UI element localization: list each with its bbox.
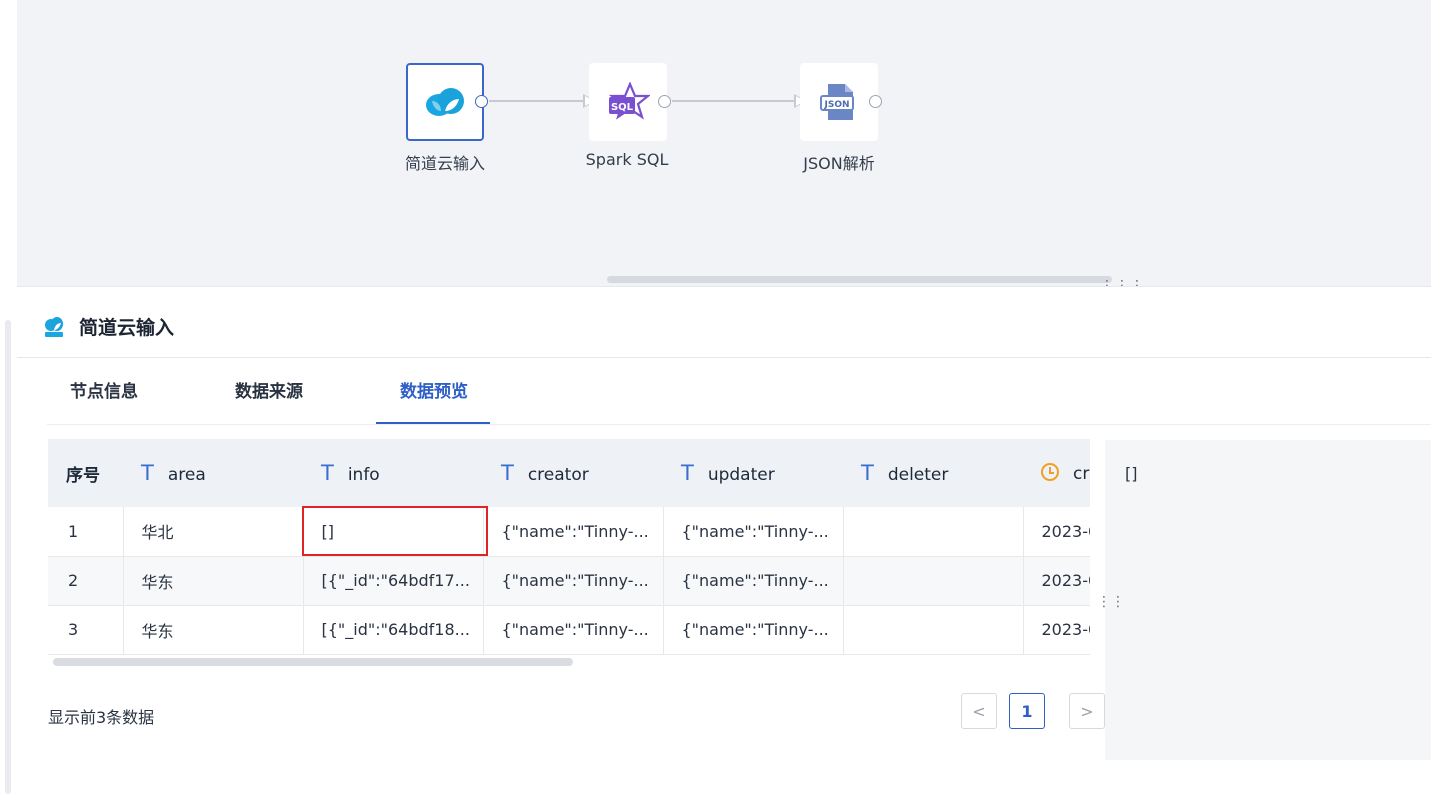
table-cell[interactable]: {"name":"Tinny-...: [483, 605, 664, 654]
tab-data-source[interactable]: 数据来源: [235, 359, 303, 425]
table-cell[interactable]: 华东: [123, 605, 304, 654]
column-header-updater[interactable]: Tupdater: [663, 439, 843, 507]
node-sql-output-port[interactable]: [658, 95, 671, 108]
node-jdy-output-port[interactable]: [475, 95, 488, 108]
table-cell[interactable]: {"name":"Tinny-...: [663, 605, 844, 654]
preview-table-container[interactable]: 序号 Tarea Tinfo Tcreator Tupdater Tdelete…: [48, 439, 1090, 669]
text-type-icon: T: [321, 461, 334, 485]
svg-text:SQL: SQL: [611, 102, 634, 113]
table-row[interactable]: 2 华东 [{"_id":"64bdf17... {"name":"Tinny-…: [48, 556, 1090, 605]
panel-header: 简道云输入: [43, 313, 174, 340]
preview-table: 序号 Tarea Tinfo Tcreator Tupdater Tdelete…: [48, 439, 1090, 655]
cell-detail-value: []: [1125, 464, 1138, 483]
datetime-type-icon: [1041, 462, 1059, 481]
table-cell[interactable]: {"name":"Tinny-...: [663, 507, 844, 556]
text-type-icon: T: [141, 461, 154, 485]
left-sidebar: [0, 0, 17, 794]
text-type-icon: T: [681, 461, 694, 485]
table-row[interactable]: 3 华东 [{"_id":"64bdf18... {"name":"Tinny-…: [48, 605, 1090, 654]
jdy-logo-icon: [45, 316, 63, 337]
sql-star-icon: SQL: [608, 82, 650, 120]
node-sql-label: Spark SQL: [585, 150, 669, 169]
json-file-icon: JSON: [820, 84, 854, 120]
node-json-parse[interactable]: JSON: [800, 63, 878, 141]
table-horizontal-scrollbar[interactable]: [53, 658, 573, 666]
edge-jdy-to-sql: [489, 100, 583, 102]
column-header-seq: 序号: [66, 465, 100, 486]
tab-node-info[interactable]: 节点信息: [70, 359, 138, 425]
cell-detail-panel: []: [1105, 440, 1431, 760]
table-cell[interactable]: 华北: [123, 507, 304, 556]
table-cell[interactable]: 2023-0: [1023, 605, 1090, 654]
canvas-horizontal-scrollbar[interactable]: [607, 276, 1112, 283]
table-cell[interactable]: [843, 556, 1024, 605]
table-cell[interactable]: 华东: [123, 556, 304, 605]
svg-text:JSON: JSON: [823, 100, 849, 110]
table-cell[interactable]: {"name":"Tinny-...: [663, 556, 844, 605]
node-jdy-label: 简道云输入: [404, 154, 485, 173]
table-cell[interactable]: {"name":"Tinny-...: [483, 507, 664, 556]
table-cell[interactable]: 2023-0: [1023, 556, 1090, 605]
prev-page-button[interactable]: <: [961, 693, 997, 729]
page-1-button[interactable]: 1: [1009, 693, 1045, 729]
column-header-created[interactable]: crea: [1023, 439, 1090, 507]
table-cell: 2: [48, 556, 124, 605]
app-root: 简道云输入 SQL Spark SQL JSON JSON解析 ⋮⋮⋮: [0, 0, 1431, 794]
panel-title: 简道云输入: [79, 317, 175, 339]
table-cell[interactable]: {"name":"Tinny-...: [483, 556, 664, 605]
table-cell[interactable]: [{"_id":"64bdf18...: [303, 605, 484, 654]
node-json-label: JSON解析: [803, 154, 875, 173]
edge-sql-to-json: [672, 100, 794, 102]
tab-data-preview[interactable]: 数据预览: [376, 359, 490, 425]
divider: [47, 424, 1431, 425]
row-count-summary: 显示前3条数据: [48, 708, 155, 727]
node-spark-sql[interactable]: SQL: [589, 63, 667, 141]
flow-canvas[interactable]: 简道云输入 SQL Spark SQL JSON JSON解析 ⋮⋮⋮: [17, 0, 1431, 293]
next-page-button[interactable]: >: [1069, 693, 1105, 729]
column-header-info[interactable]: Tinfo: [303, 439, 483, 507]
column-header-area[interactable]: Tarea: [123, 439, 303, 507]
table-cell: 3: [48, 605, 124, 654]
table-cell[interactable]: [843, 605, 1024, 654]
table-cell[interactable]: [843, 507, 1024, 556]
table-header-row: 序号 Tarea Tinfo Tcreator Tupdater Tdelete…: [48, 439, 1090, 507]
vertical-resize-handle-icon[interactable]: ⋮⋮: [1097, 595, 1125, 609]
node-detail-panel: 简道云输入 节点信息 数据来源 数据预览 序号 Tarea Tinfo Tcre…: [17, 286, 1431, 794]
table-cell[interactable]: [{"_id":"64bdf17...: [303, 556, 484, 605]
table-cell[interactable]: 2023-0: [1023, 507, 1090, 556]
table-row[interactable]: 1 华北 [] {"name":"Tinny-... {"name":"Tinn…: [48, 507, 1090, 556]
column-header-deleter[interactable]: Tdeleter: [843, 439, 1023, 507]
left-scrollbar[interactable]: [5, 320, 11, 794]
node-jdy-input[interactable]: [406, 63, 484, 141]
table-cell: 1: [48, 507, 124, 556]
column-header-creator[interactable]: Tcreator: [483, 439, 663, 507]
text-type-icon: T: [861, 461, 874, 485]
jdy-cloud-icon: [426, 88, 464, 116]
text-type-icon: T: [501, 461, 514, 485]
divider: [17, 357, 1431, 358]
node-json-output-port[interactable]: [869, 95, 882, 108]
table-cell[interactable]: []: [303, 507, 484, 556]
